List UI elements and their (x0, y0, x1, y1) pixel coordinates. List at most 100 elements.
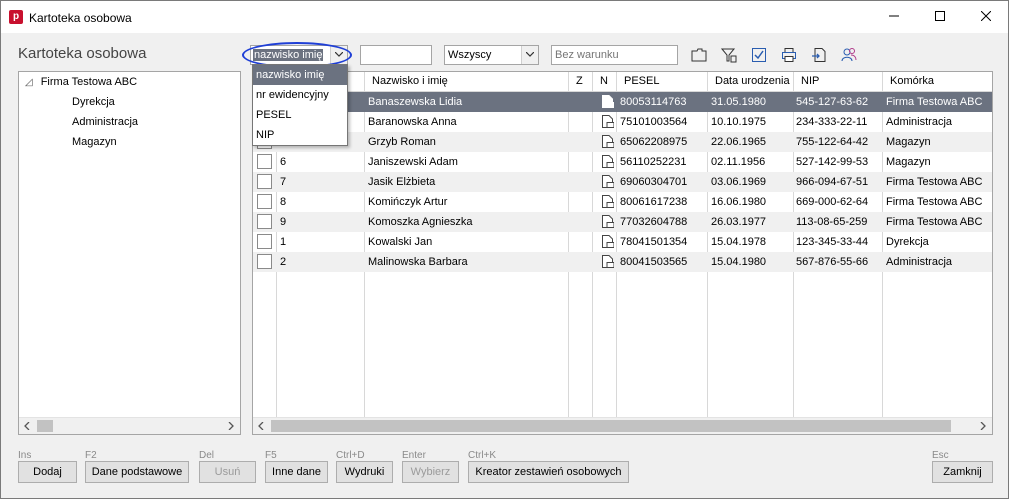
scroll-thumb[interactable] (271, 420, 951, 432)
column-header-nip[interactable]: NIP (801, 72, 819, 92)
cell-icon[interactable] (596, 212, 614, 232)
cell-pesel: 69060304701 (620, 176, 688, 188)
tree-item-magazyn[interactable]: Magazyn (72, 133, 117, 151)
table-row[interactable]: 9 Komoszka Agnieszka 77032604788 26.03.1977… (253, 212, 992, 232)
shortcut-label: Del (199, 450, 215, 461)
close-button[interactable] (963, 1, 1009, 31)
table-row[interactable]: 6 Janiszewski Adam 56110252231 02.11.1956 52… (253, 152, 992, 172)
cell-id: 9 (280, 216, 287, 228)
tree-expander-icon[interactable]: ◿ (25, 77, 33, 88)
filter-combo[interactable]: Wszyscy (444, 45, 539, 65)
delete-button[interactable]: Usuń (199, 461, 256, 483)
scroll-left-icon[interactable] (253, 418, 270, 434)
table-row[interactable]: 8 Komińczyk Artur 80061617238 16.06.1980 669… (253, 192, 992, 212)
dropdown-option[interactable]: NIP (253, 125, 347, 145)
checkbox-icon[interactable] (749, 45, 769, 65)
main-window: p Kartoteka osobowa Kartoteka osobowa na… (0, 0, 1009, 499)
dropdown-option[interactable]: nazwisko imię (253, 65, 347, 85)
cell-icon[interactable] (253, 172, 276, 192)
table-row[interactable]: Grzyb Roman 65062208975 22.06.1965 755-122-… (253, 132, 992, 152)
document-icon[interactable] (601, 214, 614, 232)
cell-icon[interactable] (596, 232, 614, 252)
cell-name: Jasik Elżbieta (368, 176, 436, 188)
row-checkbox[interactable] (257, 214, 272, 229)
document-icon[interactable] (601, 94, 614, 112)
row-checkbox[interactable] (257, 174, 272, 189)
tree-horizontal-scrollbar[interactable] (19, 417, 240, 434)
other-data-button[interactable]: Inne dane (265, 461, 328, 483)
cell-icon[interactable] (253, 212, 276, 232)
select-button[interactable]: Wybierz (402, 461, 459, 483)
minimize-button[interactable] (871, 1, 917, 31)
cell-id: 6 (280, 156, 287, 168)
column-header-birth[interactable]: Data urodzenia (715, 72, 790, 92)
table-row[interactable]: 7 Jasik Elżbieta 69060304701 03.06.1969 966-… (253, 172, 992, 192)
table-row[interactable]: Banaszewska Lidia 80053114763 31.05.1980 54… (253, 92, 992, 112)
close-icon (981, 11, 991, 21)
folder-icon[interactable] (689, 45, 709, 65)
cell-nip: 545-127-63-62 (796, 96, 869, 108)
document-icon[interactable] (601, 174, 614, 192)
column-header-name[interactable]: Nazwisko i imię (372, 72, 448, 92)
table-row[interactable]: Baranowska Anna 75101003564 10.10.1975 234-… (253, 112, 992, 132)
grid-horizontal-scrollbar[interactable] (253, 417, 992, 434)
search-input[interactable] (360, 45, 432, 65)
dropdown-option[interactable]: PESEL (253, 105, 347, 125)
minimize-icon (889, 15, 899, 17)
document-icon[interactable] (601, 234, 614, 252)
cell-pesel: 56110252231 (620, 156, 687, 168)
tree-item-administracja[interactable]: Administracja (72, 113, 138, 131)
column-header-unit[interactable]: Komórka (890, 72, 934, 92)
scroll-right-icon[interactable] (975, 418, 992, 434)
row-checkbox[interactable] (257, 154, 272, 169)
column-header-n[interactable]: N (600, 72, 608, 92)
document-icon[interactable] (601, 114, 614, 132)
cell-icon[interactable] (253, 152, 276, 172)
cell-nip: 669-000-62-64 (796, 196, 869, 208)
cell-icon[interactable] (596, 132, 614, 152)
column-header-pesel[interactable]: PESEL (624, 72, 659, 92)
cell-icon[interactable] (253, 192, 276, 212)
tree-root[interactable]: ◿ Firma Testowa ABC (25, 73, 137, 91)
cell-unit: Magazyn (886, 156, 931, 168)
window-title: Kartoteka osobowa (29, 11, 132, 25)
printer-icon[interactable] (779, 45, 799, 65)
row-checkbox[interactable] (257, 234, 272, 249)
filter-icon[interactable] (719, 45, 739, 65)
row-checkbox[interactable] (257, 194, 272, 209)
condition-input[interactable] (551, 45, 678, 65)
chevron-down-icon[interactable] (521, 46, 538, 64)
cell-icon[interactable] (253, 232, 276, 252)
cell-pesel: 75101003564 (620, 116, 688, 128)
scroll-right-icon[interactable] (223, 418, 240, 435)
printouts-button[interactable]: Wydruki (336, 461, 393, 483)
document-icon[interactable] (601, 254, 614, 272)
cell-icon[interactable] (596, 172, 614, 192)
cell-icon[interactable] (596, 152, 614, 172)
cell-pesel: 78041501354 (620, 236, 688, 248)
close-dialog-button[interactable]: Zamknij (932, 461, 993, 483)
users-icon[interactable] (839, 45, 859, 65)
add-button[interactable]: Dodaj (18, 461, 77, 483)
document-icon[interactable] (601, 154, 614, 172)
cell-icon[interactable] (596, 252, 614, 272)
column-header-z[interactable]: Z (576, 72, 583, 92)
scroll-left-icon[interactable] (19, 418, 36, 435)
row-checkbox[interactable] (257, 254, 272, 269)
table-row[interactable]: 1 Kowalski Jan 78041501354 15.04.1978 123-34… (253, 232, 992, 252)
cell-icon[interactable] (596, 92, 614, 112)
document-icon[interactable] (601, 134, 614, 152)
maximize-button[interactable] (917, 1, 963, 31)
dropdown-option[interactable]: nr ewidencyjny (253, 85, 347, 105)
cell-icon[interactable] (253, 252, 276, 272)
cell-icon[interactable] (596, 112, 614, 132)
table-row[interactable]: 2 Malinowska Barbara 80041503565 15.04.1980… (253, 252, 992, 272)
export-icon[interactable] (809, 45, 829, 65)
document-icon[interactable] (601, 194, 614, 212)
cell-icon[interactable] (596, 192, 614, 212)
basic-data-button[interactable]: Dane podstawowe (85, 461, 189, 483)
report-wizard-button[interactable]: Kreator zestawień osobowych (468, 461, 629, 483)
tree-item-dyrekcja[interactable]: Dyrekcja (72, 93, 115, 111)
scroll-thumb[interactable] (37, 420, 53, 432)
cell-nip: 123-345-33-44 (796, 236, 869, 248)
